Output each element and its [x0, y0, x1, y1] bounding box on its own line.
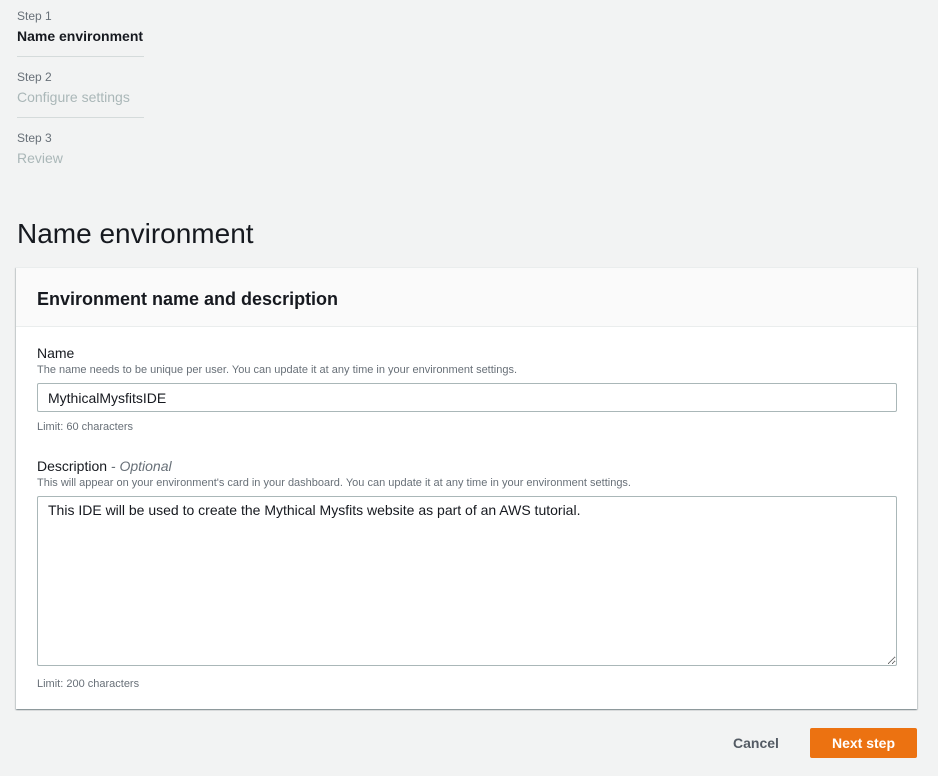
description-help-text: This will appear on your environment's c…: [37, 477, 631, 489]
step-2: Step 2 Configure settings: [17, 67, 144, 118]
name-label: Name: [37, 345, 75, 361]
step-title-name-environment: Name environment: [17, 28, 144, 44]
name-input[interactable]: [37, 383, 897, 412]
name-limit: Limit: 60 characters: [37, 421, 133, 433]
next-step-button[interactable]: Next step: [810, 728, 917, 758]
environment-panel: Environment name and description Name Th…: [16, 267, 917, 709]
cancel-button[interactable]: Cancel: [722, 728, 790, 758]
optional-tag: - Optional: [110, 458, 172, 474]
description-textarea[interactable]: This IDE will be used to create the Myth…: [37, 496, 897, 666]
wizard-steps: Step 1 Name environment Step 2 Configure…: [17, 6, 144, 188]
description-label-text: Description: [37, 458, 108, 474]
panel-header: Environment name and description: [16, 268, 917, 327]
step-number: Step 2: [17, 70, 52, 84]
step-title-configure-settings: Configure settings: [17, 89, 130, 105]
step-number: Step 3: [17, 131, 52, 145]
page: Step 1 Name environment Step 2 Configure…: [0, 0, 938, 776]
panel-body: Name The name needs to be unique per use…: [16, 327, 917, 691]
step-title-review: Review: [17, 150, 63, 166]
step-1: Step 1 Name environment: [17, 6, 144, 57]
step-number: Step 1: [17, 9, 52, 23]
step-3: Step 3 Review: [17, 128, 144, 178]
page-title: Name environment: [17, 218, 254, 249]
panel-title: Environment name and description: [37, 289, 339, 309]
description-label: Description - Optional: [37, 457, 896, 475]
name-help-text: The name needs to be unique per user. Yo…: [37, 364, 518, 376]
description-limit: Limit: 200 characters: [37, 678, 140, 690]
